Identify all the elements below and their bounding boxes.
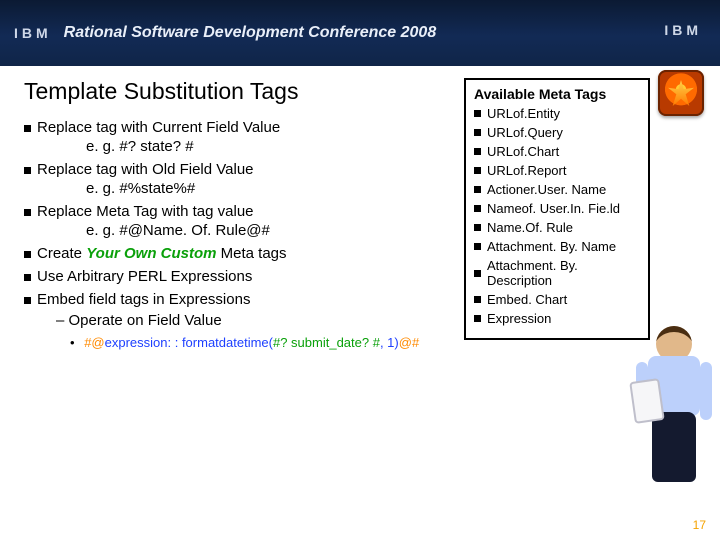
bullet-sub: e. g. #@Name. Of. Rule@# [86,222,454,239]
ibm-logo: IBM [14,25,52,41]
meta-item-label: Attachment. By. Description [487,258,640,288]
bullet-square-icon [24,125,31,132]
bullet-square-icon [474,186,481,193]
meta-box-title: Available Meta Tags [474,86,640,102]
meta-item: Attachment. By. Name [474,239,640,254]
bullet-text: Replace Meta Tag with tag value [37,203,254,220]
text-segment: Create [37,245,86,262]
right-column: Available Meta Tags URLof.Entity URLof.Q… [464,78,702,350]
bullet-square-icon [474,296,481,303]
meta-item-label: Name.Of. Rule [487,220,573,235]
page-number: 17 [693,518,706,532]
meta-item-label: Expression [487,311,551,326]
dot-icon: • [70,335,75,350]
bullet-item: Replace Meta Tag with tag value [24,203,454,220]
expr-seg-blue: , 1) [380,335,399,350]
bullet-square-icon [24,274,31,281]
expr-seg-orange: @# [399,335,419,350]
emphasis-green: Your Own Custom [86,245,216,262]
meta-item: Embed. Chart [474,292,640,307]
bullet-text: Replace tag with Old Field Value [37,161,254,178]
meta-item: Nameof. User.In. Fie.ld [474,201,640,216]
meta-item-label: URLof.Chart [487,144,559,159]
bullet-square-icon [474,148,481,155]
meta-item-label: URLof.Query [487,125,563,140]
header-band: IBM Rational Software Development Confer… [0,0,720,66]
bullet-square-icon [474,315,481,322]
header-left: IBM Rational Software Development Confer… [14,24,436,42]
content-area: Template Substitution Tags Replace tag w… [0,66,720,350]
bullet-text: Use Arbitrary PERL Expressions [37,268,252,285]
bullet-square-icon [24,209,31,216]
meta-item-label: Attachment. By. Name [487,239,616,254]
character-illustration [628,326,720,506]
expr-seg-orange: #@ [84,335,104,350]
bullet-square-icon [24,251,31,258]
bullet-item: Replace tag with Old Field Value [24,161,454,178]
meta-item-label: Embed. Chart [487,292,567,307]
bullet-text: Create Your Own Custom Meta tags [37,245,287,262]
bullet-square-icon [24,297,31,304]
bullet-square-icon [474,205,481,212]
meta-item: Expression [474,311,640,326]
meta-item: Name.Of. Rule [474,220,640,235]
bullet-item: Embed field tags in Expressions [24,291,454,308]
bullet-item: Use Arbitrary PERL Expressions [24,268,454,285]
bullet-square-icon [474,167,481,174]
bullet-square-icon [474,129,481,136]
slide-title: Template Substitution Tags [24,78,454,105]
bullet-square-icon [474,270,481,277]
bullet-sub: e. g. #%state%# [86,180,454,197]
meta-item-label: URLof.Report [487,163,566,178]
meta-item: URLof.Report [474,163,640,178]
bullet-list: Replace tag with Current Field Value e. … [24,119,454,350]
burst-icon [658,70,704,116]
meta-item: Attachment. By. Description [474,258,640,288]
ibm-logo-right: IBM [664,22,702,38]
bullet-item: Create Your Own Custom Meta tags [24,245,454,262]
bullet-text: Replace tag with Current Field Value [37,119,280,136]
meta-item-label: Actioner.User. Name [487,182,606,197]
bullet-item: Replace tag with Current Field Value [24,119,454,136]
left-column: Template Substitution Tags Replace tag w… [24,78,454,350]
meta-item-label: URLof.Entity [487,106,560,121]
text-segment: Meta tags [216,245,286,262]
meta-item: Actioner.User. Name [474,182,640,197]
bullet-square-icon [474,243,481,250]
meta-item-label: Nameof. User.In. Fie.ld [487,201,620,216]
bullet-square-icon [24,167,31,174]
meta-item: URLof.Query [474,125,640,140]
sub-bullet: – Operate on Field Value [56,312,454,329]
bullet-sub: e. g. #? state? # [86,138,454,155]
expr-seg-green: #? submit_date? # [273,335,380,350]
bullet-square-icon [474,224,481,231]
meta-item: URLof.Chart [474,144,640,159]
expr-seg-blue: expression: : formatdatetime( [105,335,273,350]
bullet-square-icon [474,110,481,117]
expr-example: • #@expression: : formatdatetime(#? subm… [70,335,454,350]
conference-title: Rational Software Development Conference… [64,24,437,42]
meta-item: URLof.Entity [474,106,640,121]
meta-tags-box: Available Meta Tags URLof.Entity URLof.Q… [464,78,650,340]
bullet-text: Embed field tags in Expressions [37,291,250,308]
